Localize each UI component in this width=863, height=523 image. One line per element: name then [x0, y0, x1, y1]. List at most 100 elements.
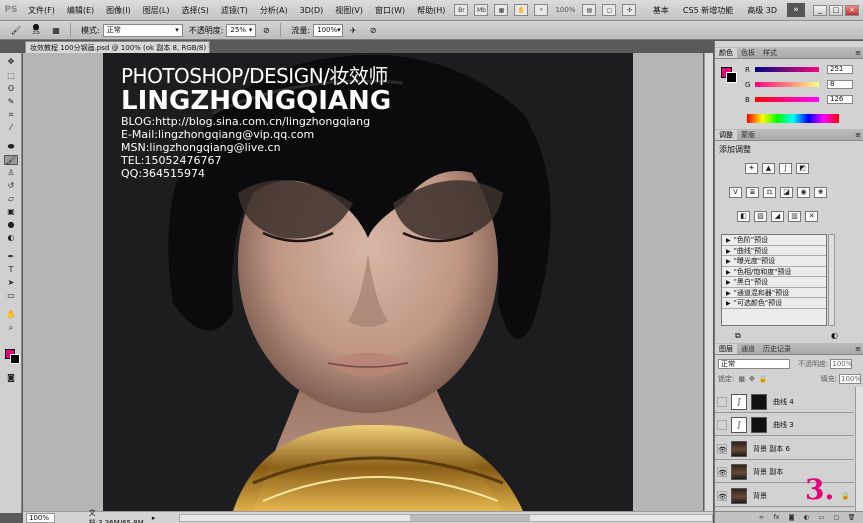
marquee-tool-icon[interactable]: ⬚	[4, 71, 18, 81]
vibrance-icon[interactable]: V	[729, 187, 742, 198]
document-info[interactable]: 文档:3.36M/65.8M	[89, 508, 148, 523]
canvas-area[interactable]: PHOTOSHOP/DESIGN/妆效师 LINGZHONGQIANG BLOG…	[23, 53, 703, 511]
flow-field[interactable]: 100% ▾	[313, 23, 344, 37]
color-balance-icon[interactable]: ⚖	[763, 187, 776, 198]
tab-history[interactable]: 历史记录	[759, 344, 795, 354]
preset-item-curves[interactable]: ▶ "曲线"预设	[722, 246, 826, 256]
hue-saturation-icon[interactable]: ≣	[746, 187, 759, 198]
levels-icon[interactable]: ▲	[762, 163, 775, 174]
portrait-photo[interactable]: PHOTOSHOP/DESIGN/妆效师 LINGZHONGQIANG BLOG…	[103, 53, 633, 511]
dodge-tool-icon[interactable]: ◐	[4, 233, 18, 243]
panel-menu-icon[interactable]: ≡	[855, 48, 861, 58]
tab-channels[interactable]: 通道	[737, 344, 759, 354]
workspace-3d[interactable]: 高级 3D	[740, 5, 784, 16]
path-select-icon[interactable]: ➤	[4, 278, 18, 288]
layer-style-icon[interactable]: fx	[772, 514, 781, 522]
extras-icon[interactable]: ✣	[622, 4, 637, 16]
pen-tool-icon[interactable]: ✒	[4, 252, 18, 262]
opacity-field[interactable]: 25% ▾	[226, 23, 257, 37]
maximize-button[interactable]: □	[829, 4, 843, 16]
minibridge-icon[interactable]: Mb	[474, 4, 489, 16]
minimize-button[interactable]: _	[813, 4, 827, 16]
mode-select[interactable]: 正常 ▾	[102, 23, 183, 37]
visibility-toggle[interactable]	[717, 419, 727, 430]
channel-slider-g[interactable]	[755, 82, 819, 87]
add-mask-icon[interactable]: ◙	[787, 514, 796, 522]
eye-icon[interactable]: 👁	[717, 490, 727, 501]
preset-item-hue-saturation[interactable]: ▶ "色相/饱和度"预设	[722, 267, 826, 277]
selective-color-icon[interactable]: ✕	[805, 211, 818, 222]
visibility-toggle[interactable]	[717, 396, 727, 407]
eye-icon[interactable]: 👁	[717, 466, 727, 477]
channel-value-b[interactable]: 126	[827, 95, 853, 104]
tab-color[interactable]: 颜色	[715, 48, 737, 58]
menu-layer[interactable]: 图层(L)	[137, 5, 176, 16]
lock-all-icon[interactable]: 🔒	[759, 375, 768, 383]
bridge-icon[interactable]: Br	[454, 4, 469, 16]
layer-row[interactable]: ∫ 曲线 4	[715, 391, 854, 413]
brush-preset-icon[interactable]: ● 35	[28, 23, 44, 37]
workspace-essentials[interactable]: 基本	[646, 5, 676, 16]
lock-move-icon[interactable]: ✥	[749, 375, 755, 383]
posterize-icon[interactable]: ▨	[754, 211, 767, 222]
zoom-field[interactable]: 100%	[26, 512, 55, 523]
zoom-tool-icon[interactable]: ⌕	[4, 323, 18, 333]
clone-stamp-icon[interactable]: ♙	[4, 168, 18, 178]
hand-tool-icon[interactable]: ✋	[514, 4, 529, 16]
menu-edit[interactable]: 编辑(E)	[61, 5, 100, 16]
close-button[interactable]: ×	[845, 4, 859, 16]
gradient-tool-icon[interactable]: ▣	[4, 207, 18, 217]
healing-brush-icon[interactable]: ⬬	[4, 142, 18, 152]
threshold-icon[interactable]: ◢	[771, 211, 784, 222]
brush-tool-icon[interactable]: 🖌	[8, 24, 24, 37]
panel-menu-icon[interactable]: ≡	[855, 130, 861, 140]
tab-layers[interactable]: 图层	[715, 344, 737, 354]
quick-select-tool-icon[interactable]: ✎	[4, 97, 18, 107]
new-adjust-icon[interactable]: ◐	[831, 331, 838, 340]
hand-tool-icon[interactable]: ✋	[4, 310, 18, 320]
shape-tool-icon[interactable]: ▭	[4, 291, 18, 301]
layer-opacity-field[interactable]: 100%	[830, 358, 852, 369]
preset-item-levels[interactable]: ▶ "色阶"预设	[722, 235, 826, 246]
pressure-size-icon[interactable]: ⊘	[365, 24, 381, 37]
tab-styles[interactable]: 样式	[759, 48, 781, 58]
lock-pixels-icon[interactable]: ▦	[738, 375, 745, 383]
new-layer-icon[interactable]: ▢	[832, 514, 841, 522]
background-color-swatch[interactable]	[10, 354, 20, 364]
menu-file[interactable]: 文件(F)	[22, 5, 61, 16]
new-group-icon[interactable]: ▭	[817, 514, 826, 522]
channel-slider-r[interactable]	[755, 67, 819, 72]
layer-row[interactable]: 👁 背景 副本 6	[715, 438, 854, 460]
menu-filter[interactable]: 滤镜(T)	[215, 5, 254, 16]
photo-filter-icon[interactable]: ◉	[797, 187, 810, 198]
arrange-docs-icon[interactable]: ▤	[582, 4, 597, 16]
preset-item-black-white[interactable]: ▶ "黑白"预设	[722, 277, 826, 288]
crop-tool-icon[interactable]: ⌗	[4, 110, 18, 120]
preset-item-selective-color[interactable]: ▶ "可选颜色"预设	[722, 298, 826, 309]
trash-icon[interactable]: 🗑	[847, 514, 856, 522]
eyedropper-tool-icon[interactable]: ⁄	[4, 123, 18, 133]
layer-mask-thumb[interactable]	[751, 416, 767, 433]
curves-icon[interactable]: ∫	[779, 163, 792, 174]
menu-view[interactable]: 视图(V)	[329, 5, 369, 16]
quick-mask-icon[interactable]: ◙	[4, 373, 18, 383]
menu-select[interactable]: 选择(S)	[175, 5, 214, 16]
type-tool-icon[interactable]: T	[4, 265, 18, 275]
workspace-more-button[interactable]: »	[787, 3, 805, 17]
scrollbar-thumb[interactable]	[410, 514, 531, 521]
gradient-map-icon[interactable]: ▥	[788, 211, 801, 222]
preset-scrollbar[interactable]	[828, 234, 835, 326]
channel-value-g[interactable]: 8	[827, 80, 853, 89]
airbrush-icon[interactable]: ✈	[345, 24, 361, 37]
brush-panel-icon[interactable]: ▦	[48, 24, 64, 37]
new-adjustment-icon[interactable]: ◐	[802, 514, 811, 522]
move-tool-icon[interactable]: ✥	[4, 57, 18, 67]
chevron-right-icon[interactable]: ▸	[152, 514, 156, 522]
tab-swatches[interactable]: 色板	[737, 48, 759, 58]
link-layers-icon[interactable]: ∞	[757, 514, 766, 522]
menu-image[interactable]: 图像(I)	[100, 5, 137, 16]
background-color-swatch[interactable]	[726, 72, 737, 83]
pressure-opacity-icon[interactable]: ⊘	[258, 24, 274, 37]
preset-item-channel-mixer[interactable]: ▶ "通道混和器"预设	[722, 288, 826, 298]
screen-mode-icon[interactable]: ▢	[602, 4, 617, 16]
